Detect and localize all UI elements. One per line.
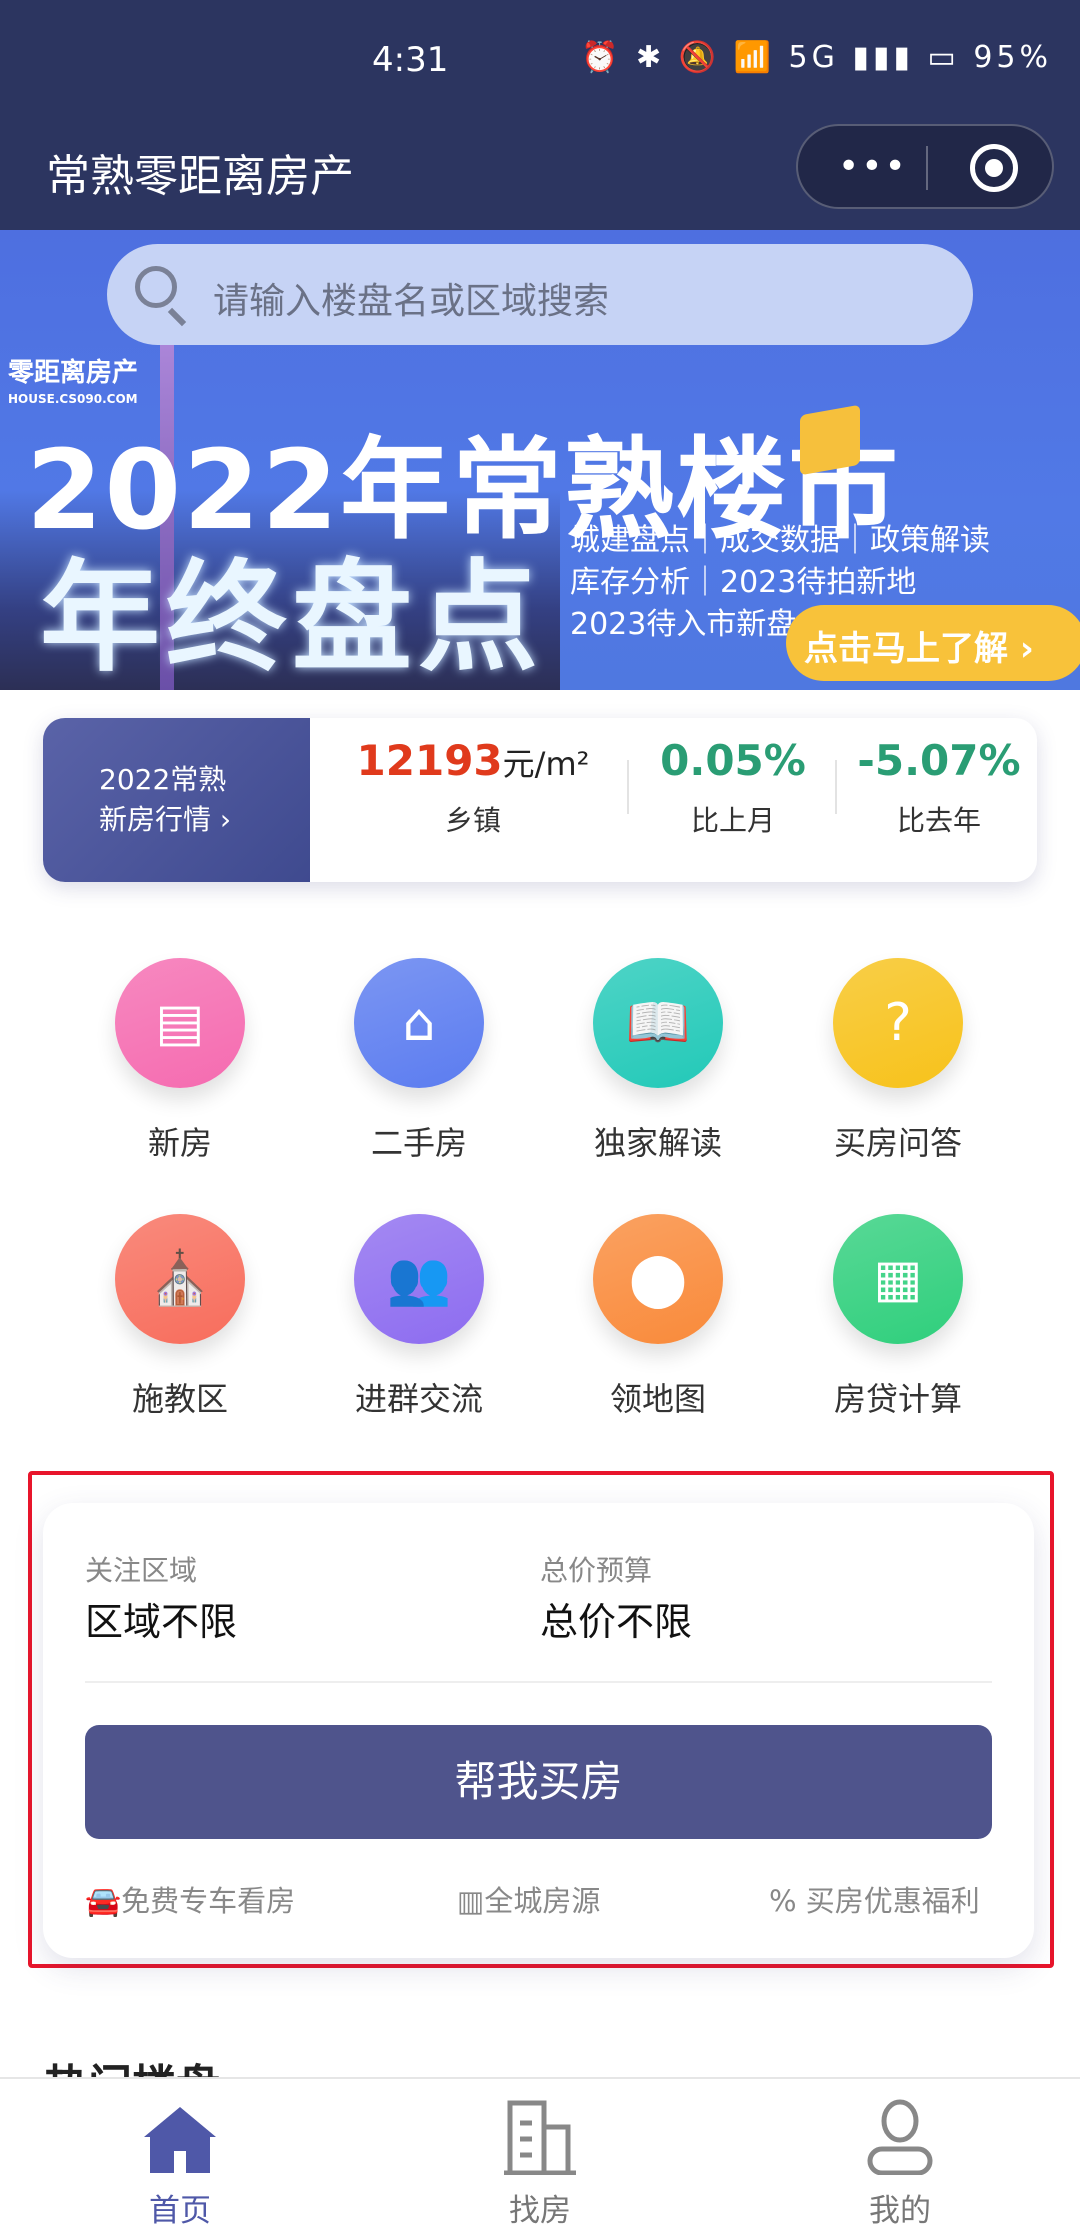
tab-find-house[interactable]: 找房 (440, 2099, 640, 2230)
avg-price-value: 12193 (356, 736, 503, 785)
grid-item[interactable]: ▤ 新房 (80, 958, 280, 1164)
box-search-icon (800, 404, 860, 476)
search-placeholder: 请输入楼盘名或区域搜索 (213, 281, 610, 322)
grid-item[interactable]: ⛪ 施教区 (80, 1214, 280, 1420)
grid-item-label: 房贷计算 (833, 1380, 962, 1418)
building-icon (440, 2099, 640, 2175)
help-buy-button[interactable]: 帮我买房 (85, 1725, 992, 1839)
grid-item[interactable]: ? 买房问答 (798, 958, 998, 1164)
mom-stat: 0.05% 比上月 (633, 736, 833, 839)
grid-item-label: 新房 (147, 1124, 212, 1162)
school-icon: ⛪ (115, 1214, 245, 1344)
feature-all-listings: ▥全城房源 (457, 1878, 600, 1920)
promo-banner[interactable]: 请输入楼盘名或区域搜索 零距离房产 HOUSE.CS090.COM 2022年常熟… (0, 230, 1080, 690)
tab-bar: 首页 找房 我的 (0, 2077, 1080, 2230)
market-label[interactable]: 2022常熟 新房行情 › (43, 718, 310, 882)
banner-topic-line: 库存分析｜2023待拍新地 (570, 565, 917, 600)
avg-price-stat: 12193元/m² 乡镇 (323, 736, 623, 839)
grid-item[interactable]: 📖 独家解读 (558, 958, 758, 1164)
banner-topic-line: 城建盘点｜成交数据｜政策解读 (570, 523, 990, 558)
divider (85, 1681, 992, 1683)
tab-label: 我的 (869, 2193, 931, 2229)
grid-item-label: 买房问答 (833, 1124, 962, 1162)
grid-item[interactable]: ⬤ 领地图 (558, 1214, 758, 1420)
market-label-line: 2022常熟 (99, 763, 227, 796)
area-select[interactable]: 区域不限 (85, 1591, 237, 1646)
feature-free-car: 🚘免费专车看房 (85, 1878, 295, 1920)
feature-label: 免费专车看房 (121, 1884, 296, 1918)
top-bar: 4:31 ⏰ ✱ 🔕 📶 5G ▮▮▮ ▭ 95% 常熟零距离房产 ••• (0, 0, 1080, 230)
grid-item-label: 施教区 (131, 1380, 228, 1418)
market-summary-card[interactable]: 2022常熟 新房行情 › 12193元/m² 乡镇 0.05% 比上月 -5.0… (43, 718, 1037, 882)
map-pin-icon: ⬤ (593, 1214, 723, 1344)
tab-home[interactable]: 首页 (80, 2099, 280, 2230)
feature-label: 全城房源 (484, 1884, 601, 1918)
stat-divider (627, 760, 629, 814)
status-icons: ⏰ ✱ 🔕 📶 5G ▮▮▮ ▭ 95% (581, 40, 1052, 75)
grid-item[interactable]: 👥 进群交流 (319, 1214, 519, 1420)
banner-subtitle: 年终盘点 (40, 549, 544, 688)
car-icon: 🚘 (85, 1884, 122, 1918)
battery-level: 95% (973, 40, 1052, 75)
question-bubble-icon: ? (833, 958, 963, 1088)
feature-label: 买房优惠福利 (805, 1884, 980, 1918)
budget-select[interactable]: 总价不限 (540, 1591, 692, 1646)
mom-value: 0.05% (660, 736, 806, 785)
yoy-value: -5.07% (857, 736, 1021, 785)
stat-divider (835, 760, 837, 814)
market-label-line: 新房行情 › (99, 803, 232, 836)
mom-label: 比上月 (690, 804, 775, 837)
grid-item-label: 二手房 (370, 1124, 467, 1162)
tab-label: 首页 (149, 2193, 211, 2229)
discount-icon: % (769, 1884, 797, 1918)
more-icon[interactable]: ••• (838, 146, 908, 187)
grid-item[interactable]: ▦ 房贷计算 (798, 1214, 998, 1420)
avg-price-label: 乡镇 (444, 804, 501, 837)
budget-label: 总价预算 (540, 1554, 653, 1587)
yoy-label: 比去年 (896, 804, 981, 837)
grid-item-label: 独家解读 (593, 1124, 722, 1162)
mini-program-capsule: ••• (796, 124, 1054, 209)
yoy-stat: -5.07% 比去年 (839, 736, 1037, 839)
search-input[interactable]: 请输入楼盘名或区域搜索 (107, 244, 973, 345)
status-indicator-icons: ⏰ ✱ 🔕 📶 5G ▮▮▮ ▭ (581, 40, 960, 75)
feature-discount: % 买房优惠福利 (769, 1878, 980, 1920)
tab-label: 找房 (509, 2193, 571, 2229)
calculator-icon: ▦ (833, 1214, 963, 1344)
building-icon: ▤ (115, 958, 245, 1088)
search-icon (135, 266, 177, 308)
banner-cta-button[interactable]: 点击马上了解 › (786, 605, 1080, 681)
grid-item-label: 领地图 (609, 1380, 706, 1418)
home-icon (80, 2099, 280, 2175)
price-unit: 元/m² (502, 745, 590, 783)
area-label: 关注区域 (85, 1554, 198, 1587)
user-icon (800, 2099, 1000, 2175)
house-tie-icon: ⌂ (354, 958, 484, 1088)
grid-item-label: 进群交流 (354, 1380, 483, 1418)
building-icon: ▥ (457, 1884, 485, 1918)
grid-item[interactable]: ⌂ 二手房 (319, 958, 519, 1164)
book-icon: 📖 (593, 958, 723, 1088)
logo-text: 零距离房产 (8, 358, 139, 388)
tab-profile[interactable]: 我的 (800, 2099, 1000, 2230)
capsule-divider (926, 146, 928, 190)
status-time: 4:31 (372, 40, 449, 80)
group-icon: 👥 (354, 1214, 484, 1344)
close-record-icon[interactable] (970, 144, 1018, 192)
app-title: 常熟零距离房产 (46, 151, 354, 202)
buy-house-card: 关注区域 区域不限 总价预算 总价不限 帮我买房 🚘免费专车看房 ▥全城房源 %… (43, 1503, 1034, 1958)
